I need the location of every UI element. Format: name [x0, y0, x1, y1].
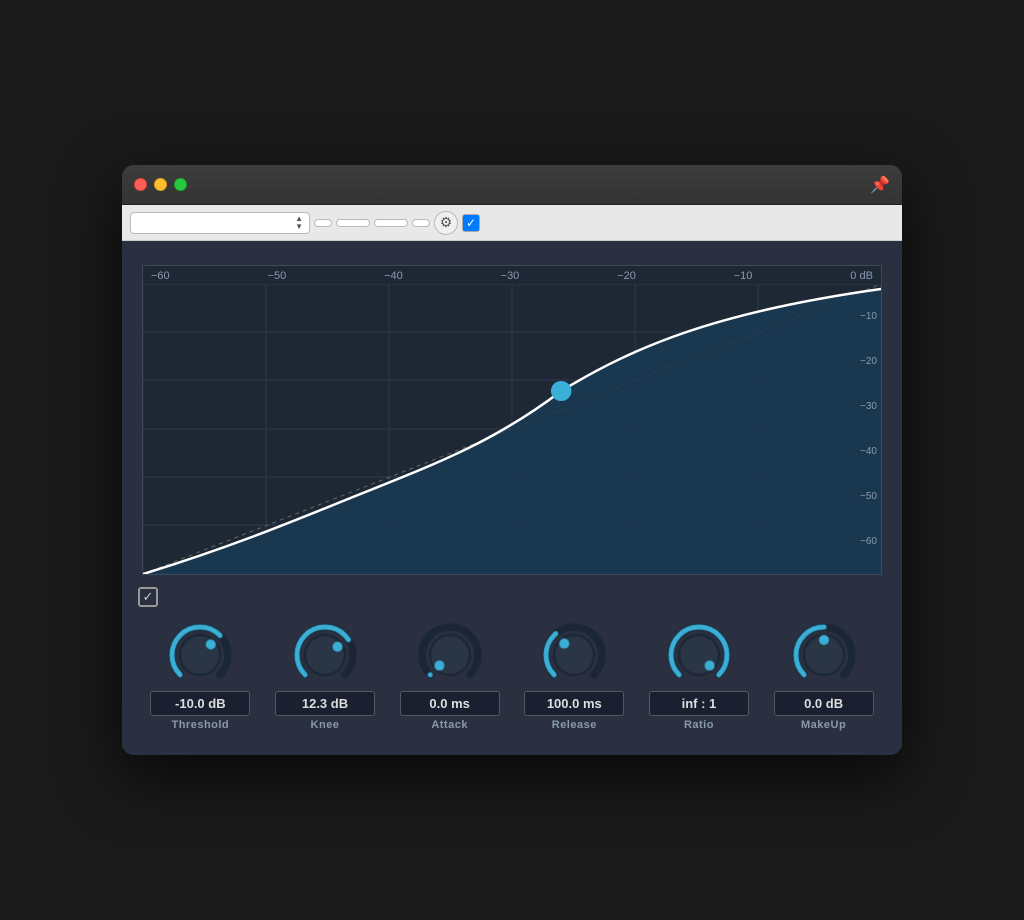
threshold-value[interactable]: -10.0 dB	[150, 691, 250, 716]
graph-area: −10 −20 −30 −40 −50 −60	[143, 284, 881, 574]
ui-button[interactable]	[412, 219, 430, 227]
attack-label: Attack	[431, 719, 468, 731]
lookahead-row: ✓	[138, 587, 886, 607]
minimize-button[interactable]	[154, 178, 167, 191]
titlebar: 📌	[122, 165, 902, 205]
release-knob-container: 100.0 ms Release	[519, 619, 629, 731]
active-checkbox[interactable]: ✓	[462, 214, 480, 232]
makeup-knob-container: 0.0 dB MakeUp	[769, 619, 879, 731]
release-label: Release	[552, 719, 597, 731]
graph-svg	[143, 284, 881, 574]
plugin-body: −60 −50 −40 −30 −20 −10 0 dB	[122, 241, 902, 755]
traffic-lights	[134, 178, 187, 191]
knee-value[interactable]: 12.3 dB	[275, 691, 375, 716]
knee-knob[interactable]	[289, 619, 361, 691]
graph-container[interactable]: −60 −50 −40 −30 −20 −10 0 dB	[142, 265, 882, 575]
ratio-label: Ratio	[684, 719, 714, 731]
param-button[interactable]	[336, 219, 370, 227]
threshold-knob[interactable]	[164, 619, 236, 691]
maximize-button[interactable]	[174, 178, 187, 191]
close-button[interactable]	[134, 178, 147, 191]
settings-icon[interactable]: ⚙	[434, 211, 458, 235]
pin-icon: 📌	[870, 175, 890, 195]
ratio-knob[interactable]	[663, 619, 735, 691]
attack-knob-container: 0.0 ms Attack	[395, 619, 505, 731]
graph-x-labels: −60 −50 −40 −30 −20 −10 0 dB	[143, 266, 881, 284]
add-button[interactable]	[314, 219, 332, 227]
io-button[interactable]	[374, 219, 408, 227]
ratio-knob-container: inf : 1 Ratio	[644, 619, 754, 731]
attack-value[interactable]: 0.0 ms	[400, 691, 500, 716]
release-value[interactable]: 100.0 ms	[524, 691, 624, 716]
knobs-row: -10.0 dB Threshold 12.3 dB Knee 0.0 ms A…	[138, 619, 886, 731]
attack-knob[interactable]	[414, 619, 486, 691]
threshold-knob-container: -10.0 dB Threshold	[145, 619, 255, 731]
plugin-title	[122, 241, 902, 265]
threshold-label: Threshold	[171, 719, 229, 731]
preset-selector[interactable]: ▲▼	[130, 212, 310, 234]
makeup-knob[interactable]	[788, 619, 860, 691]
ratio-value[interactable]: inf : 1	[649, 691, 749, 716]
knee-knob-container: 12.3 dB Knee	[270, 619, 380, 731]
makeup-value[interactable]: 0.0 dB	[774, 691, 874, 716]
plugin-window: 📌 ▲▼ ⚙ ✓ −60 −50 −40 −30 −20 −10 0 dB	[122, 165, 902, 755]
toolbar: ▲▼ ⚙ ✓	[122, 205, 902, 241]
preset-arrows-icon: ▲▼	[295, 215, 303, 231]
knee-label: Knee	[311, 719, 340, 731]
release-knob[interactable]	[538, 619, 610, 691]
controls-section: ✓ -10.0 dB Threshold 12.3 dB Knee	[122, 587, 902, 755]
lookahead-checkbox[interactable]: ✓	[138, 587, 158, 607]
makeup-label: MakeUp	[801, 719, 846, 731]
